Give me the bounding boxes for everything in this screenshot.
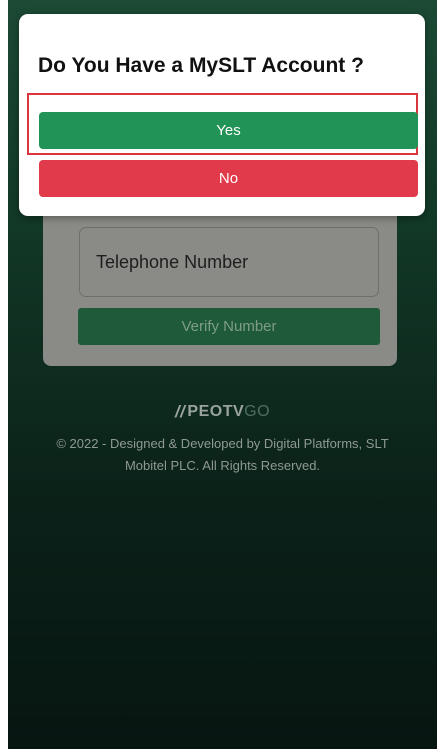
- brand-name: PEOTV: [187, 403, 245, 420]
- brand-mark: //: [174, 402, 186, 421]
- verify-number-button[interactable]: Verify Number: [78, 308, 380, 345]
- dialog-title: Do You Have a MySLT Account ?: [38, 54, 364, 77]
- telephone-number-input[interactable]: Telephone Number: [79, 227, 379, 297]
- copyright-line-2: Mobitel PLC. All Rights Reserved.: [124, 458, 321, 473]
- copyright-line-1: © 2022 - Designed & Developed by Digital…: [56, 436, 389, 451]
- no-button[interactable]: No: [39, 160, 418, 197]
- brand-suffix: GO: [244, 403, 271, 420]
- copyright-footer: © 2022 - Designed & Developed by Digital…: [8, 433, 437, 477]
- peotv-go-logo: // PEOTV GO: [8, 402, 437, 422]
- telephone-number-label: Telephone Number: [96, 252, 249, 272]
- account-dialog: Do You Have a MySLT Account ? Yes No: [19, 14, 425, 216]
- verify-card: Telephone Number Verify Number: [43, 190, 397, 366]
- yes-button[interactable]: Yes: [39, 112, 418, 149]
- app-screen: Telephone Number Verify Number // PEOTV …: [8, 0, 437, 749]
